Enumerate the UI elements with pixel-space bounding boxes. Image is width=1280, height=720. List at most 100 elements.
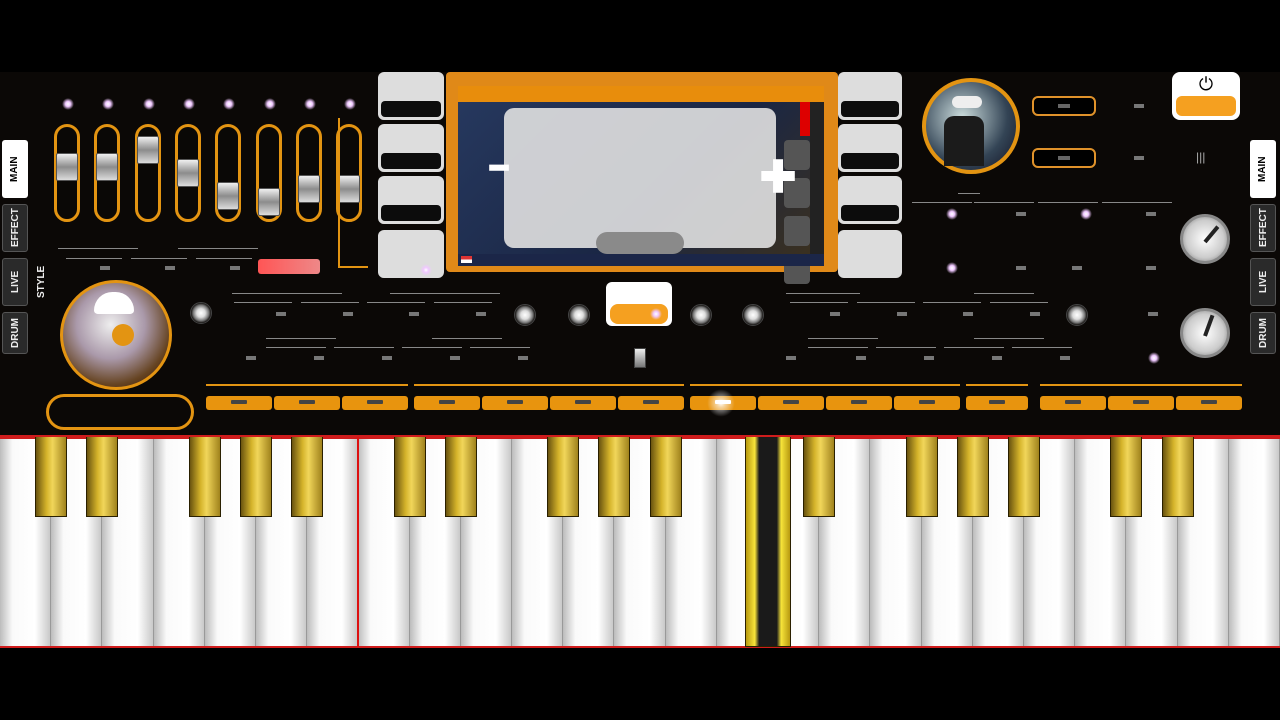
- player_two-line-l: [808, 338, 878, 339]
- pad-slider-1[interactable]: [94, 124, 121, 222]
- kbd-led-2: [963, 312, 973, 316]
- minus-icon[interactable]: ━: [477, 154, 521, 184]
- profile-body: [944, 116, 984, 166]
- script-button[interactable]: [258, 259, 320, 274]
- player_two-ctl-led-1: [924, 356, 934, 360]
- style-to-kbd-button[interactable]: [1066, 304, 1088, 326]
- section-0-button-0[interactable]: [206, 396, 272, 410]
- my-setting-led: [1148, 312, 1158, 316]
- pad-slider-5[interactable]: [255, 124, 282, 222]
- slider-knob[interactable]: [257, 188, 280, 217]
- black-key[interactable]: [35, 437, 68, 517]
- section-line-0: [206, 384, 408, 386]
- xfader-knob[interactable]: [634, 348, 646, 368]
- sync-start-button[interactable]: [514, 304, 536, 326]
- dialog-reset-button[interactable]: [596, 232, 684, 254]
- slider-knob[interactable]: [56, 152, 78, 181]
- slider-knob[interactable]: [297, 175, 320, 204]
- black-key[interactable]: [803, 437, 836, 517]
- section-0-button-2[interactable]: [342, 396, 408, 410]
- black-key[interactable]: [1008, 437, 1040, 517]
- side-tab-right-0[interactable]: MAIN: [1250, 140, 1276, 198]
- black-key[interactable]: [1110, 437, 1143, 517]
- black-key[interactable]: [188, 437, 221, 517]
- section-2-button-3[interactable]: [894, 396, 960, 410]
- octave-led: [1080, 208, 1092, 220]
- black-key[interactable]: [956, 437, 989, 517]
- screen-up-slot-2[interactable]: [784, 216, 810, 246]
- button-slot: [841, 153, 899, 169]
- section-2-button-2[interactable]: [826, 396, 892, 410]
- right-button-1[interactable]: [838, 124, 902, 172]
- section-1-button-2[interactable]: [550, 396, 616, 410]
- dnc-top-2: [196, 258, 252, 259]
- upper-led: [1016, 266, 1026, 270]
- side-tab-left-2[interactable]: LIVE STYLE: [2, 258, 47, 306]
- black-key[interactable]: [393, 437, 426, 517]
- section-4-button-2[interactable]: [1176, 396, 1242, 410]
- pedal-icon[interactable]: |||: [1196, 151, 1216, 163]
- midi-button[interactable]: [1032, 148, 1096, 168]
- section-led: [507, 400, 523, 404]
- slider-knob[interactable]: [176, 158, 199, 187]
- side-tab-left-1[interactable]: EFFECT: [2, 204, 28, 252]
- right-button-2[interactable]: [838, 176, 902, 224]
- black-key[interactable]: [905, 437, 938, 517]
- pad-slider-4[interactable]: [215, 124, 242, 222]
- pad-slider-6[interactable]: [295, 124, 322, 222]
- kbd-line-l: [786, 293, 860, 294]
- reset-button[interactable]: [690, 304, 712, 326]
- section-1-button-1[interactable]: [482, 396, 548, 410]
- black-key[interactable]: [598, 437, 631, 517]
- pad-slider-0[interactable]: [54, 124, 80, 222]
- side-tab-right-1[interactable]: EFFECT: [1250, 204, 1276, 252]
- white-key[interactable]: [1228, 439, 1280, 646]
- section-3-button-0[interactable]: [966, 396, 1028, 410]
- player_two-ctl-led-2: [992, 356, 1002, 360]
- slider-knob[interactable]: [217, 181, 240, 210]
- black-key[interactable]: [745, 437, 791, 647]
- mic-button[interactable]: [1032, 96, 1096, 116]
- black-key[interactable]: [240, 437, 272, 517]
- section-1-button-3[interactable]: [618, 396, 684, 410]
- black-key[interactable]: [86, 437, 119, 517]
- pad-knob-led-0: [62, 98, 74, 110]
- left-button-0[interactable]: [378, 72, 444, 120]
- fade-button[interactable]: [742, 304, 764, 326]
- section-4-button-1[interactable]: [1108, 396, 1174, 410]
- side-tab-left-3[interactable]: DRUM: [2, 312, 28, 354]
- pad-slider-2[interactable]: [134, 124, 161, 222]
- black-key[interactable]: [1161, 437, 1194, 517]
- tempo-led: [1016, 212, 1026, 216]
- player_two-ctl-led-0: [856, 356, 866, 360]
- plus-icon[interactable]: ✚: [756, 156, 800, 200]
- profile-cap: [952, 96, 982, 108]
- section-1-button-0[interactable]: [414, 396, 480, 410]
- black-key[interactable]: [291, 437, 324, 517]
- pad-line-l: [232, 293, 342, 294]
- black-key[interactable]: [444, 437, 477, 517]
- black-key[interactable]: [649, 437, 682, 517]
- fill-glow: [706, 388, 736, 418]
- left-button-1[interactable]: [378, 124, 444, 172]
- pad-slider-3[interactable]: [174, 124, 201, 222]
- lock-led: [946, 208, 958, 220]
- side-tab-right-3[interactable]: DRUM: [1250, 312, 1276, 354]
- left-button-3[interactable]: [378, 230, 444, 278]
- black-key[interactable]: [547, 437, 580, 517]
- section-2-button-1[interactable]: [758, 396, 824, 410]
- section-0-button-1[interactable]: [274, 396, 340, 410]
- sync-stop-button[interactable]: [568, 304, 590, 326]
- section-4-button-0[interactable]: [1040, 396, 1106, 410]
- right-button-0[interactable]: [838, 72, 902, 120]
- slider-knob[interactable]: [96, 152, 119, 181]
- side-tab-right-2[interactable]: LIVE STYLE: [1250, 258, 1276, 306]
- slider-knob[interactable]: [136, 135, 159, 164]
- section-led: [851, 400, 867, 404]
- left-button-2[interactable]: [378, 176, 444, 224]
- side-tab-left-0[interactable]: MAIN: [2, 140, 28, 198]
- right-button-3[interactable]: [838, 230, 902, 278]
- button-slot: [381, 101, 441, 117]
- slider-knob[interactable]: [338, 175, 361, 204]
- stop-button[interactable]: [190, 302, 212, 324]
